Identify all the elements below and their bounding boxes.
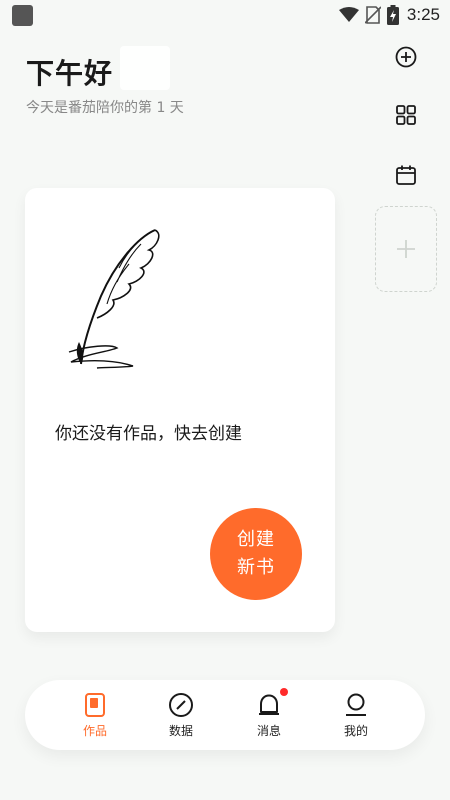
profile-icon bbox=[346, 693, 366, 716]
status-time: 3:25 bbox=[406, 5, 440, 24]
nav-label-data: 数据 bbox=[168, 724, 193, 738]
nav-label-profile: 我的 bbox=[343, 724, 368, 738]
no-sim-icon bbox=[364, 6, 381, 24]
avatar bbox=[120, 46, 170, 90]
create-button-line2: 新书 bbox=[237, 557, 275, 578]
grid-icon bbox=[396, 105, 416, 125]
data-compass-icon bbox=[169, 693, 193, 717]
app-notification-icon bbox=[12, 5, 33, 26]
bell-icon bbox=[259, 694, 279, 715]
add-circle-icon bbox=[395, 46, 417, 68]
nav-label-works: 作品 bbox=[82, 724, 107, 738]
quill-pen-icon bbox=[68, 229, 160, 369]
works-icon bbox=[85, 693, 105, 717]
create-new-book-button[interactable]: 创建 新书 bbox=[210, 508, 302, 600]
create-button-line1: 创建 bbox=[237, 529, 275, 550]
greeting-subtitle: 今天是番茄陪你的第 1 天 bbox=[26, 100, 184, 116]
greeting-title: 下午好 bbox=[26, 57, 114, 90]
add-slot-icon bbox=[397, 240, 415, 258]
grid-button[interactable] bbox=[389, 98, 423, 132]
bottom-nav: 作品 数据 消息 我的 bbox=[25, 680, 425, 750]
nav-item-profile[interactable]: 我的 bbox=[326, 692, 386, 742]
status-right: 3:25 bbox=[338, 4, 440, 26]
add-tool-slot[interactable] bbox=[375, 206, 437, 292]
nav-label-messages: 消息 bbox=[256, 724, 281, 738]
add-circle-button[interactable] bbox=[389, 40, 423, 74]
status-bar: 3:25 bbox=[0, 0, 450, 30]
bell-icon-wrap bbox=[256, 688, 288, 718]
nav-item-works[interactable]: 作品 bbox=[65, 692, 125, 742]
nav-item-messages[interactable]: 消息 bbox=[239, 688, 299, 742]
battery-charging-icon bbox=[386, 5, 399, 25]
calendar-button[interactable] bbox=[389, 158, 423, 192]
notification-badge bbox=[280, 688, 288, 696]
empty-state-text: 你还没有作品，快去创建 bbox=[55, 424, 242, 444]
calendar-icon bbox=[396, 165, 416, 185]
nav-item-data[interactable]: 数据 bbox=[151, 692, 211, 742]
works-card: 你还没有作品，快去创建 创建 新书 bbox=[25, 188, 335, 632]
wifi-icon bbox=[338, 7, 359, 22]
